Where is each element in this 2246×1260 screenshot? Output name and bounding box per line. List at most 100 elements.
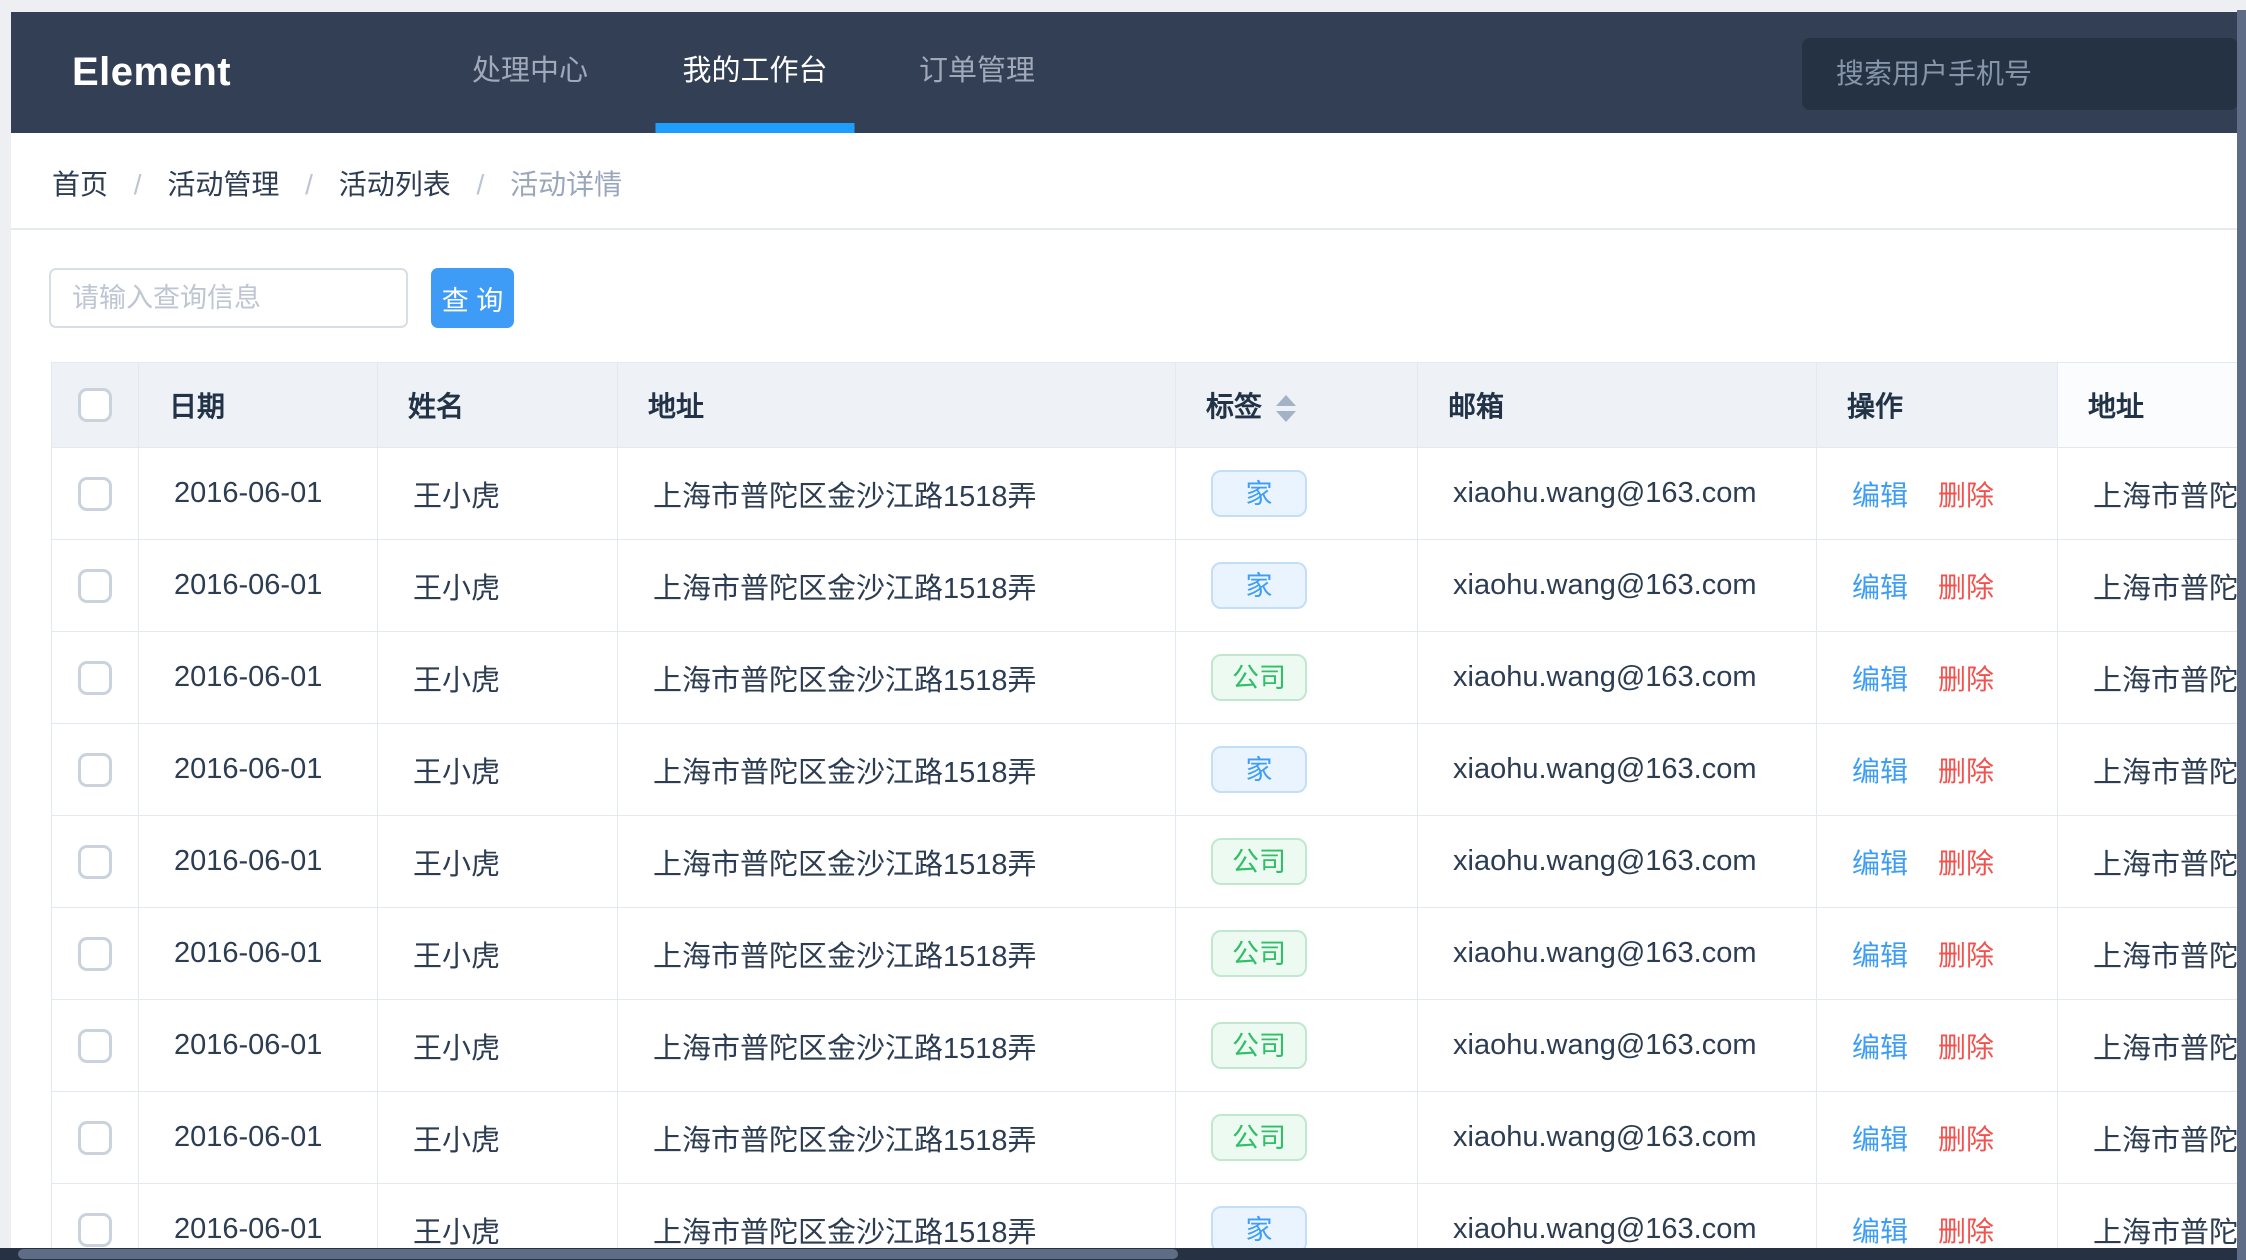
- cell-address: 上海市普陀区金沙江路1518弄: [617, 1183, 1176, 1248]
- table-row: 2016-06-01 王小虎 上海市普陀区金沙江路1518弄 公司 xiaohu…: [51, 907, 2237, 1000]
- cell-date: 2016-06-01: [138, 815, 378, 908]
- caret-up-down-icon[interactable]: [1276, 395, 1297, 423]
- table-row: 2016-06-01 王小虎 上海市普陀区金沙江路1518弄 家 xiaohu.…: [51, 539, 2237, 632]
- cell-operations: 编辑 删除: [1816, 447, 2058, 540]
- cell-address: 上海市普陀区金沙江路1518弄: [617, 723, 1176, 816]
- cell-email: xiaohu.wang@163.com: [1417, 999, 1817, 1092]
- delete-link[interactable]: 删除: [1938, 664, 1994, 695]
- row-checkbox[interactable]: [78, 476, 112, 511]
- edit-link[interactable]: 编辑: [1852, 1124, 1908, 1155]
- top-navbar: Element 处理中心 我的工作台 订单管理: [11, 12, 2238, 133]
- breadcrumb-separator: /: [476, 169, 485, 200]
- tag-badge: 公司: [1211, 1022, 1307, 1069]
- nav-tab-my-workbench[interactable]: 我的工作台: [655, 12, 855, 133]
- phone-search-input[interactable]: [1802, 38, 2238, 110]
- delete-link[interactable]: 删除: [1938, 940, 1994, 971]
- breadcrumb-activity-management[interactable]: 活动管理: [167, 169, 279, 200]
- cell-email: xiaohu.wang@163.com: [1417, 539, 1817, 632]
- tag-badge: 公司: [1211, 654, 1307, 701]
- header-divider: [11, 228, 2237, 230]
- cell-email: xiaohu.wang@163.com: [1417, 631, 1817, 724]
- tag-badge: 家: [1211, 470, 1307, 517]
- delete-link[interactable]: 删除: [1938, 480, 1994, 511]
- cell-date: 2016-06-01: [138, 999, 378, 1092]
- column-header-address-fixed: 地址: [2057, 362, 2237, 448]
- cell-address-fixed: 上海市普陀区金沙江路1518弄: [2057, 539, 2237, 632]
- cell-name: 王小虎: [377, 1091, 618, 1184]
- cell-name: 王小虎: [377, 539, 618, 632]
- cell-address-fixed: 上海市普陀区金沙江路1518弄: [2057, 907, 2237, 1000]
- edit-link[interactable]: 编辑: [1852, 480, 1908, 511]
- cell-address-fixed: 上海市普陀区金沙江路1518弄: [2057, 1183, 2237, 1248]
- table-row: 2016-06-01 王小虎 上海市普陀区金沙江路1518弄 家 xiaohu.…: [51, 1183, 2237, 1248]
- cell-tag: 公司: [1175, 907, 1418, 1000]
- column-header-name: 姓名: [377, 362, 618, 448]
- cell-address: 上海市普陀区金沙江路1518弄: [617, 447, 1176, 540]
- data-table: 日期 姓名 地址 标签 邮箱 操作 地址 2016-06-01 王小虎 上海市普…: [51, 362, 2237, 1248]
- row-checkbox[interactable]: [78, 1212, 112, 1247]
- delete-link[interactable]: 删除: [1938, 572, 1994, 603]
- cell-email: xiaohu.wang@163.com: [1417, 815, 1817, 908]
- column-header-operations: 操作: [1816, 362, 2058, 448]
- cell-date: 2016-06-01: [138, 1091, 378, 1184]
- breadcrumb-home[interactable]: 首页: [52, 169, 108, 200]
- delete-link[interactable]: 删除: [1938, 1124, 1994, 1155]
- cell-tag: 家: [1175, 723, 1418, 816]
- edit-link[interactable]: 编辑: [1852, 572, 1908, 603]
- column-header-address: 地址: [617, 362, 1176, 448]
- row-checkbox[interactable]: [78, 936, 112, 971]
- delete-link[interactable]: 删除: [1938, 1032, 1994, 1063]
- cell-address-fixed: 上海市普陀区金沙江路1518弄: [2057, 999, 2237, 1092]
- tag-badge: 家: [1211, 1206, 1307, 1248]
- delete-link[interactable]: 删除: [1938, 756, 1994, 787]
- row-checkbox[interactable]: [78, 844, 112, 879]
- cell-tag: 公司: [1175, 631, 1418, 724]
- table-row: 2016-06-01 王小虎 上海市普陀区金沙江路1518弄 公司 xiaohu…: [51, 999, 2237, 1092]
- cell-operations: 编辑 删除: [1816, 999, 2058, 1092]
- cell-operations: 编辑 删除: [1816, 1091, 2058, 1184]
- cell-email: xiaohu.wang@163.com: [1417, 1183, 1817, 1248]
- table-row: 2016-06-01 王小虎 上海市普陀区金沙江路1518弄 公司 xiaohu…: [51, 1091, 2237, 1184]
- vertical-scrollbar-thumb[interactable]: [2237, 10, 2246, 1260]
- edit-link[interactable]: 编辑: [1852, 940, 1908, 971]
- edit-link[interactable]: 编辑: [1852, 848, 1908, 879]
- nav-tab-processing-center[interactable]: 处理中心: [445, 12, 615, 133]
- row-checkbox[interactable]: [78, 752, 112, 787]
- select-all-checkbox[interactable]: [78, 388, 112, 423]
- cell-date: 2016-06-01: [138, 1183, 378, 1248]
- cell-name: 王小虎: [377, 907, 618, 1000]
- cell-name: 王小虎: [377, 1183, 618, 1248]
- edit-link[interactable]: 编辑: [1852, 1216, 1908, 1247]
- row-checkbox[interactable]: [78, 1028, 112, 1063]
- table-row: 2016-06-01 王小虎 上海市普陀区金沙江路1518弄 家 xiaohu.…: [51, 447, 2237, 540]
- row-checkbox[interactable]: [78, 568, 112, 603]
- query-input[interactable]: [49, 268, 408, 328]
- cell-operations: 编辑 删除: [1816, 907, 2058, 1000]
- delete-link[interactable]: 删除: [1938, 848, 1994, 879]
- column-header-date: 日期: [138, 362, 378, 448]
- row-checkbox[interactable]: [78, 660, 112, 695]
- delete-link[interactable]: 删除: [1938, 1216, 1994, 1247]
- horizontal-scrollbar-thumb[interactable]: [18, 1249, 1178, 1259]
- cell-email: xiaohu.wang@163.com: [1417, 1091, 1817, 1184]
- tag-badge: 公司: [1211, 930, 1307, 977]
- cell-tag: 家: [1175, 447, 1418, 540]
- cell-email: xiaohu.wang@163.com: [1417, 447, 1817, 540]
- edit-link[interactable]: 编辑: [1852, 664, 1908, 695]
- breadcrumb-separator: /: [133, 169, 142, 200]
- table-row: 2016-06-01 王小虎 上海市普陀区金沙江路1518弄 公司 xiaohu…: [51, 815, 2237, 908]
- breadcrumb-activity-detail: 活动详情: [510, 169, 623, 200]
- cell-tag: 公司: [1175, 999, 1418, 1092]
- edit-link[interactable]: 编辑: [1852, 756, 1908, 787]
- edit-link[interactable]: 编辑: [1852, 1032, 1908, 1063]
- nav-tab-order-management[interactable]: 订单管理: [892, 12, 1062, 133]
- tag-badge: 公司: [1211, 1114, 1307, 1161]
- cell-name: 王小虎: [377, 815, 618, 908]
- query-button[interactable]: 查 询: [431, 268, 514, 328]
- table-row: 2016-06-01 王小虎 上海市普陀区金沙江路1518弄 公司 xiaohu…: [51, 631, 2237, 724]
- cell-address: 上海市普陀区金沙江路1518弄: [617, 815, 1176, 908]
- tag-badge: 家: [1211, 746, 1307, 793]
- cell-address: 上海市普陀区金沙江路1518弄: [617, 1091, 1176, 1184]
- breadcrumb-activity-list[interactable]: 活动列表: [339, 169, 451, 200]
- row-checkbox[interactable]: [78, 1120, 112, 1155]
